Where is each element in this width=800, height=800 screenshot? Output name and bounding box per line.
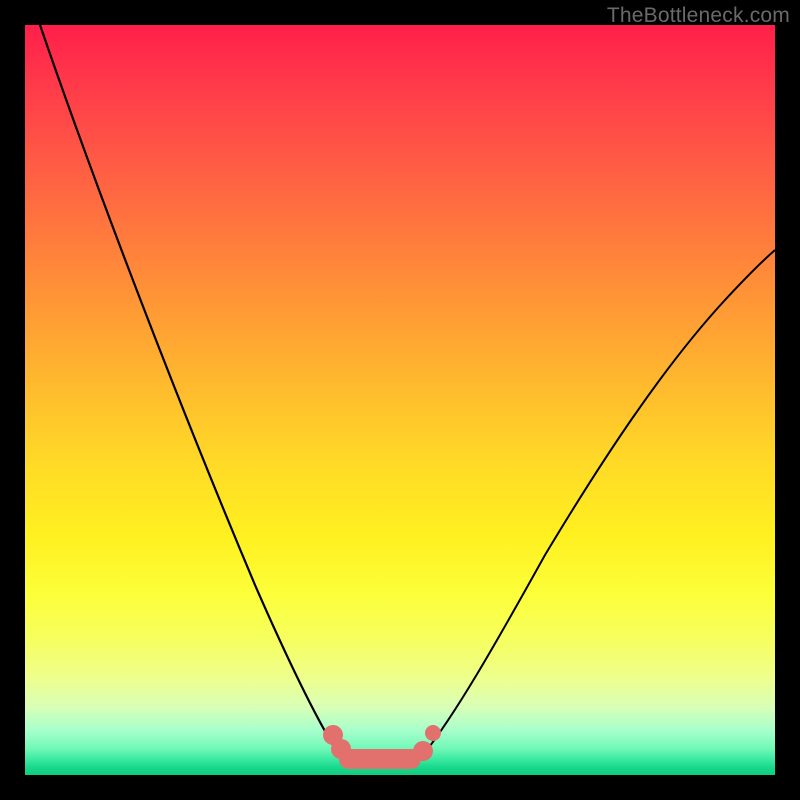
gradient-plot-area xyxy=(25,25,775,775)
watermark-text: TheBottleneck.com xyxy=(607,4,790,28)
chart-frame: TheBottleneck.com xyxy=(0,0,800,800)
